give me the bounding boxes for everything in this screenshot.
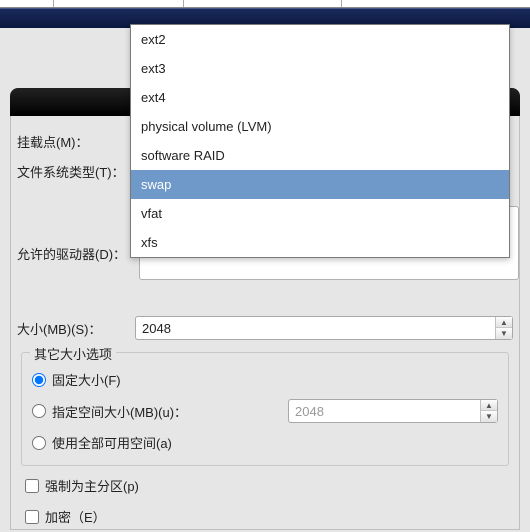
fill-to-spinner: ▲ ▼ bbox=[288, 399, 498, 423]
chevron-up-icon[interactable]: ▲ bbox=[496, 317, 512, 328]
fixed-size-radio[interactable] bbox=[32, 373, 46, 387]
fill-all-label[interactable]: 使用全部可用空间(a) bbox=[52, 433, 172, 452]
fs-option-software-raid[interactable]: software RAID bbox=[131, 141, 509, 170]
chevron-down-icon[interactable]: ▼ bbox=[496, 328, 512, 339]
allowed-drives-label: 允许的驱动器(D)： bbox=[17, 244, 135, 263]
fill-to-label[interactable]: 指定空间大小(MB)(u)： bbox=[52, 402, 187, 421]
encrypt-checkbox[interactable] bbox=[25, 510, 39, 524]
size-options-group: 其它大小选项 固定大小(F) 指定空间大小(MB)(u)： ▲ ▼ 使用全部可用… bbox=[21, 352, 509, 466]
fs-option-physical-volume-lvm-[interactable]: physical volume (LVM) bbox=[131, 112, 509, 141]
primary-label[interactable]: 强制为主分区(p) bbox=[45, 476, 139, 495]
fill-to-radio[interactable] bbox=[32, 404, 46, 418]
primary-checkbox[interactable] bbox=[25, 479, 39, 493]
fs-option-ext4[interactable]: ext4 bbox=[131, 83, 509, 112]
fs-option-xfs[interactable]: xfs bbox=[131, 228, 509, 257]
spinner-buttons[interactable]: ▲ ▼ bbox=[495, 317, 512, 339]
fill-all-radio[interactable] bbox=[32, 436, 46, 450]
window-top-strip bbox=[0, 0, 530, 8]
fill-to-input bbox=[289, 400, 480, 422]
encrypt-label[interactable]: 加密（E） bbox=[45, 507, 106, 526]
fs-option-swap[interactable]: swap bbox=[131, 170, 509, 199]
fs-option-ext2[interactable]: ext2 bbox=[131, 25, 509, 54]
chevron-down-icon: ▼ bbox=[481, 411, 497, 422]
mountpoint-label: 挂载点(M)： bbox=[17, 132, 135, 151]
fixed-size-label[interactable]: 固定大小(F) bbox=[52, 370, 121, 389]
size-options-title: 其它大小选项 bbox=[30, 344, 116, 363]
fs-option-ext3[interactable]: ext3 bbox=[131, 54, 509, 83]
size-input[interactable] bbox=[136, 317, 495, 339]
size-label: 大小(MB)(S)： bbox=[17, 319, 135, 338]
size-spinner[interactable]: ▲ ▼ bbox=[135, 316, 513, 340]
fs-option-vfat[interactable]: vfat bbox=[131, 199, 509, 228]
spinner-buttons: ▲ ▼ bbox=[480, 400, 497, 422]
filesystem-type-dropdown[interactable]: ext2ext3ext4physical volume (LVM)softwar… bbox=[130, 24, 510, 258]
filesystem-type-label: 文件系统类型(T)： bbox=[17, 162, 135, 181]
chevron-up-icon: ▲ bbox=[481, 400, 497, 411]
